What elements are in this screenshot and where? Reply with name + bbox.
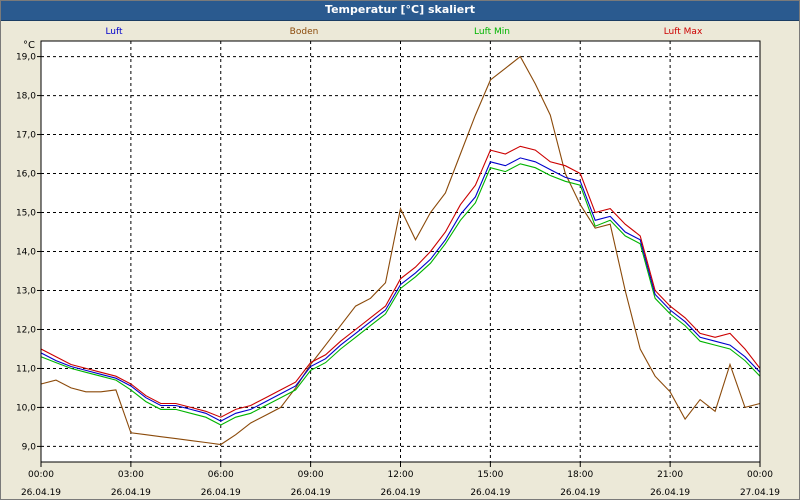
x-tick-label-time: 00:00 (747, 470, 773, 480)
x-tick-label-date: 26.04.19 (380, 488, 420, 498)
y-tick-label: 10,0 (16, 403, 36, 413)
legend-entry: Luft Max (664, 27, 703, 37)
y-tick-label: 9,0 (22, 442, 37, 452)
y-axis-unit: °C (23, 40, 35, 51)
x-tick-label-time: 12:00 (388, 470, 414, 480)
x-tick-label-time: 03:00 (118, 470, 144, 480)
x-tick-label-time: 18:00 (567, 470, 593, 480)
x-tick-label-date: 26.04.19 (560, 488, 600, 498)
x-tick-label-time: 21:00 (657, 470, 683, 480)
y-tick-label: 18,0 (16, 92, 36, 102)
x-tick-label-date: 26.04.19 (201, 488, 241, 498)
title-bar: Temperatur [°C] skaliert (1, 1, 799, 21)
temperature-chart: 00:00 26.04.19 03:00 26.04.19 06:00 26.04.19 0… (16, 27, 780, 498)
chart-window: Temperatur [°C] skaliert 00:00 26.04.19 03… (0, 0, 800, 500)
x-tick-label-time: 00:00 (28, 470, 54, 480)
x-tick-label-time: 09:00 (298, 470, 324, 480)
x-tick-label-time: 06:00 (208, 470, 234, 480)
window-title: Temperatur [°C] skaliert (325, 3, 475, 16)
x-tick-label-date: 27.04.19 (740, 488, 780, 498)
y-tick-label: 12,0 (16, 325, 36, 335)
y-tick-label: 17,0 (16, 131, 36, 141)
x-tick-label-date: 26.04.19 (291, 488, 331, 498)
legend-entry: Luft (105, 27, 123, 37)
legend-entry: Luft Min (474, 27, 510, 37)
y-tick-label: 15,0 (16, 209, 36, 219)
x-tick-label-time: 15:00 (477, 470, 503, 480)
y-tick-label: 19,0 (16, 53, 36, 63)
x-tick-label-date: 26.04.19 (470, 488, 510, 498)
y-tick-label: 11,0 (16, 364, 36, 374)
y-tick-label: 13,0 (16, 286, 36, 296)
x-tick-label-date: 26.04.19 (650, 488, 690, 498)
x-tick-label-date: 26.04.19 (21, 488, 61, 498)
legend-entry: Boden (290, 27, 319, 37)
y-tick-label: 14,0 (16, 248, 36, 258)
y-tick-label: 16,0 (16, 170, 36, 180)
x-tick-label-date: 26.04.19 (111, 488, 151, 498)
